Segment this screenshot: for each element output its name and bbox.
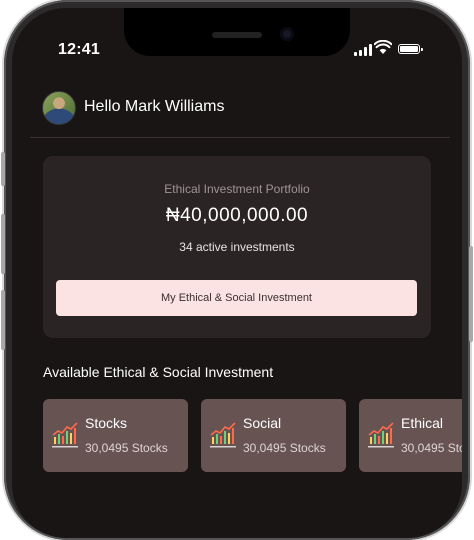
- app-header: Hello Mark Williams: [42, 91, 442, 125]
- speaker-grille: [212, 32, 262, 38]
- investment-count: 30,0495 Stocks: [85, 441, 168, 455]
- available-investments-title: Available Ethical & Social Investment: [43, 364, 274, 380]
- cellular-signal-icon: [354, 44, 372, 56]
- greeting-text: Hello Mark Williams: [84, 98, 225, 115]
- stock-chart-icon: [52, 422, 78, 448]
- phone-volume-down-button: [1, 290, 5, 350]
- stock-chart-icon: [210, 422, 236, 448]
- my-ethical-social-investment-button[interactable]: My Ethical & Social Investment: [56, 280, 417, 316]
- phone-side-button: [1, 152, 5, 186]
- investment-name: Stocks: [85, 415, 128, 431]
- investment-name: Social: [243, 415, 282, 431]
- investment-card-social[interactable]: Social 30,0495 Stocks: [201, 399, 346, 472]
- portfolio-amount: ₦40,000,000.00: [165, 205, 309, 226]
- phone-power-button: [469, 246, 473, 342]
- investment-name: Ethical: [401, 415, 444, 431]
- user-avatar[interactable]: [42, 91, 76, 125]
- investment-card-ethical[interactable]: Ethical 30,0495 Stocks: [359, 399, 462, 472]
- header-divider: [30, 137, 450, 138]
- phone-volume-up-button: [1, 214, 5, 274]
- status-icons: [354, 40, 434, 56]
- active-investments-count: 34 active investments: [179, 240, 295, 254]
- investment-count: 30,0495 Stocks: [243, 441, 326, 455]
- investment-card-stocks[interactable]: Stocks 30,0495 Stocks: [43, 399, 188, 472]
- app-screen: 12:41 Hello Mark Williams Ethical Invest…: [12, 8, 462, 538]
- investment-count: 30,0495 Stocks: [401, 441, 462, 455]
- wifi-icon: [374, 40, 392, 54]
- portfolio-card: Ethical Investment Portfolio ₦40,000,000…: [43, 156, 431, 338]
- battery-icon: [398, 44, 423, 54]
- front-camera: [280, 27, 294, 41]
- investment-cards-row: Stocks 30,0495 Stocks Social 30,0495 Sto…: [43, 399, 462, 473]
- status-time: 12:41: [58, 41, 100, 58]
- device-notch: [124, 8, 350, 56]
- stock-chart-icon: [368, 422, 394, 448]
- portfolio-title: Ethical Investment Portfolio: [164, 182, 310, 196]
